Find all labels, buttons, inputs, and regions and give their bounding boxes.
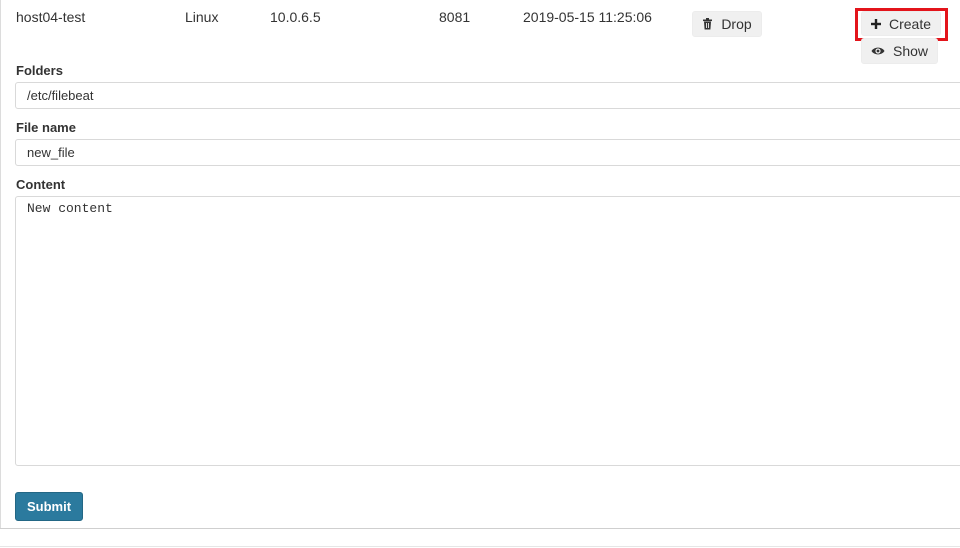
date-cell: 2019-05-15 11:25:06 bbox=[523, 9, 652, 25]
show-button-label: Show bbox=[892, 43, 929, 59]
drop-button-label: Drop bbox=[721, 16, 752, 32]
folders-input[interactable] bbox=[15, 82, 960, 109]
show-button[interactable]: Show bbox=[861, 38, 938, 64]
divider bbox=[0, 528, 960, 529]
submit-button[interactable]: Submit bbox=[15, 492, 83, 521]
content-textarea[interactable]: New content bbox=[15, 196, 960, 466]
os-cell: Linux bbox=[185, 9, 219, 25]
plus-icon bbox=[870, 18, 881, 29]
trash-icon bbox=[702, 18, 713, 30]
create-button-label: Create bbox=[888, 15, 932, 32]
folders-label: Folders bbox=[16, 63, 63, 78]
hostname-cell: host04-test bbox=[16, 9, 86, 25]
page: host04-test Linux 10.0.6.5 8081 2019-05-… bbox=[0, 0, 960, 548]
drop-button[interactable]: Drop bbox=[692, 11, 762, 37]
filename-input[interactable] bbox=[15, 139, 960, 166]
ip-cell: 10.0.6.5 bbox=[270, 9, 321, 25]
divider bbox=[0, 0, 1, 528]
filename-label: File name bbox=[16, 120, 76, 135]
divider bbox=[0, 546, 960, 547]
content-label: Content bbox=[16, 177, 66, 192]
create-button[interactable]: Create bbox=[861, 11, 941, 36]
port-cell: 8081 bbox=[439, 9, 471, 25]
eye-icon bbox=[871, 46, 885, 56]
